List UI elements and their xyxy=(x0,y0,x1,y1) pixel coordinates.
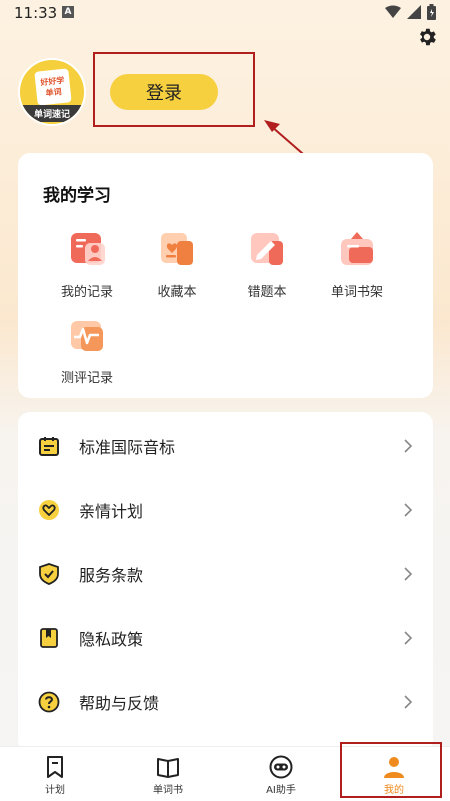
annotation-box-my-tab xyxy=(340,742,442,798)
menu-label-help: 帮助与反馈 xyxy=(79,694,160,713)
study-label-favorites: 收藏本 xyxy=(157,285,197,300)
battery-icon xyxy=(427,4,436,20)
bookmark-book-icon xyxy=(40,628,58,648)
wifi-icon xyxy=(385,5,401,18)
study-label-bookshelf: 单词书架 xyxy=(330,285,383,300)
chevron-right-icon xyxy=(404,631,413,645)
study-title: 我的学习 xyxy=(43,186,111,206)
chevron-right-icon xyxy=(404,439,413,453)
nav-tab-plan[interactable]: 计划 xyxy=(10,747,100,801)
menu-label-family-plan: 亲情计划 xyxy=(79,502,144,521)
nav-label-plan: 计划 xyxy=(45,785,65,796)
avatar-card: 好好学 单词 xyxy=(34,68,72,106)
avatar[interactable]: 好好学 单词 单词速记 xyxy=(18,58,86,126)
status-time: 11:33 xyxy=(14,4,58,22)
book-icon xyxy=(157,758,179,778)
menu-label-terms: 服务条款 xyxy=(79,566,144,585)
menu-item-help[interactable]: 帮助与反馈 xyxy=(18,670,433,734)
plan-icon xyxy=(47,756,63,778)
help-icon xyxy=(38,691,60,713)
nav-tab-ai-assistant[interactable]: AI助手 xyxy=(236,747,326,801)
record-icon xyxy=(71,233,105,265)
settings-gear-icon[interactable] xyxy=(416,26,438,48)
study-item-my-records[interactable]: 我的记录 xyxy=(44,229,130,300)
ai-assistant-icon xyxy=(269,755,293,779)
status-bar: 11:33 A xyxy=(0,0,450,26)
calendar-icon xyxy=(39,437,59,456)
chevron-right-icon xyxy=(404,503,413,517)
bookshelf-icon xyxy=(341,232,373,265)
favorites-icon xyxy=(161,233,193,265)
study-item-wrong-answers[interactable]: 错题本 xyxy=(224,229,310,300)
study-label-my-records: 我的记录 xyxy=(60,285,113,300)
heart-icon xyxy=(39,500,59,520)
login-button[interactable]: 登录 xyxy=(110,74,218,110)
chevron-right-icon xyxy=(404,567,413,581)
nav-label-ai-assistant: AI助手 xyxy=(266,785,296,796)
settings-menu: 标准国际音标 亲情计划 服务条款 隐私政策 帮助与反馈 xyxy=(18,412,433,752)
menu-item-phonetics[interactable]: 标准国际音标 xyxy=(18,414,433,478)
study-label-wrong-answers: 错题本 xyxy=(247,285,287,300)
my-study-card: 我的学习 我的记录 收藏本 错题本 单词书架 测评记录 xyxy=(18,153,433,398)
status-icons xyxy=(385,4,436,20)
nav-tab-wordbook[interactable]: 单词书 xyxy=(123,747,213,801)
study-item-bookshelf[interactable]: 单词书架 xyxy=(314,229,400,300)
menu-label-privacy: 隐私政策 xyxy=(79,630,144,649)
study-label-assessment: 测评记录 xyxy=(60,371,113,386)
menu-item-family-plan[interactable]: 亲情计划 xyxy=(18,478,433,542)
menu-item-privacy[interactable]: 隐私政策 xyxy=(18,606,433,670)
wrong-answers-icon xyxy=(251,233,283,265)
study-item-assessment[interactable]: 测评记录 xyxy=(44,315,130,386)
menu-label-phonetics: 标准国际音标 xyxy=(79,438,176,457)
assessment-icon xyxy=(71,321,103,351)
menu-item-terms[interactable]: 服务条款 xyxy=(18,542,433,606)
study-item-favorites[interactable]: 收藏本 xyxy=(134,229,220,300)
avatar-text-2: 单词 xyxy=(45,87,63,98)
shield-check-icon xyxy=(39,563,59,585)
nav-label-wordbook: 单词书 xyxy=(153,785,183,796)
signal-icon xyxy=(407,5,421,19)
chevron-right-icon xyxy=(404,695,413,709)
avatar-ribbon: 单词速记 xyxy=(20,105,84,122)
notification-icon: A xyxy=(62,6,74,18)
